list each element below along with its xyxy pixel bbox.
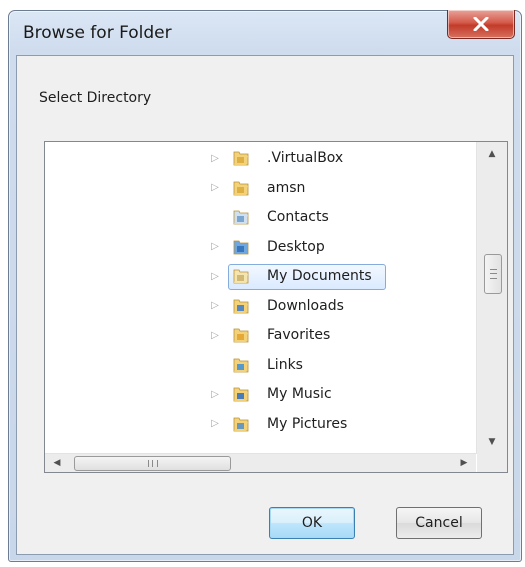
tree-item-label: Contacts xyxy=(267,209,329,225)
dialog-client-area: Select Directory ▷ .VirtualBox ▷ amsn Contac… xyxy=(16,55,514,555)
tree-item-label: Favorites xyxy=(267,327,331,343)
tree-item-label: amsn xyxy=(267,179,306,196)
select-directory-label: Select Directory xyxy=(39,90,152,106)
dialog-title: Browse for Folder xyxy=(23,23,172,43)
scroll-right-arrow-icon[interactable]: ▶ xyxy=(452,454,476,472)
tree-item-label: .VirtualBox xyxy=(267,150,344,166)
browse-for-folder-dialog: Browse for Folder Select Directory ▷ .Vir… xyxy=(8,10,522,562)
expand-arrow-icon[interactable]: ▷ xyxy=(209,241,221,253)
scroll-up-arrow-icon[interactable]: ▲ xyxy=(477,142,507,166)
expand-arrow-icon[interactable]: ▷ xyxy=(209,388,221,400)
tree-item-label: My Documents xyxy=(267,268,372,284)
scroll-left-arrow-icon[interactable]: ◀ xyxy=(45,454,69,472)
tree-item[interactable]: ▷ My Music xyxy=(45,381,476,407)
tree-item[interactable]: ▷ .VirtualBox xyxy=(45,145,476,171)
favorites-folder-icon xyxy=(233,328,249,343)
links-folder-icon xyxy=(233,358,249,372)
expand-arrow-icon[interactable]: ▷ xyxy=(209,300,221,312)
pictures-folder-icon xyxy=(233,417,249,431)
tree-item-label: My Music xyxy=(267,386,332,402)
close-icon xyxy=(473,17,489,31)
downloads-folder-icon xyxy=(233,299,249,313)
tree-item[interactable]: ▷ Desktop xyxy=(45,234,476,260)
documents-folder-icon xyxy=(233,269,249,284)
tree-item[interactable]: Contacts xyxy=(45,204,476,230)
close-button[interactable] xyxy=(447,10,515,39)
tree-item-label: Links xyxy=(267,356,303,373)
vertical-scroll-thumb[interactable] xyxy=(484,254,502,294)
folder-tree-items: ▷ .VirtualBox ▷ amsn Contacts ▷ Desktop ▷ My Doc… xyxy=(45,142,476,454)
tree-item[interactable]: Links xyxy=(45,352,476,378)
tree-item[interactable]: ▷ amsn xyxy=(45,175,476,201)
tree-item[interactable]: ▷ My Documents xyxy=(45,263,476,290)
desktop-folder-icon xyxy=(233,240,249,254)
folder-icon xyxy=(233,181,249,195)
tree-item[interactable]: ▷ Favorites xyxy=(45,322,476,348)
music-folder-icon xyxy=(233,387,249,402)
folder-icon xyxy=(233,151,249,166)
cancel-button[interactable]: Cancel xyxy=(396,507,482,539)
horizontal-scrollbar[interactable]: ◀ ▶ xyxy=(45,453,476,472)
contacts-folder-icon xyxy=(233,210,249,225)
expand-arrow-icon[interactable]: ▷ xyxy=(209,329,221,341)
expand-arrow-icon[interactable]: ▷ xyxy=(209,182,221,194)
tree-item-label: Desktop xyxy=(267,238,325,255)
scrollbar-corner xyxy=(477,454,507,472)
scroll-down-arrow-icon[interactable]: ▼ xyxy=(477,430,507,454)
vertical-scrollbar[interactable]: ▲ ▼ xyxy=(476,142,507,454)
ok-button[interactable]: OK xyxy=(269,507,355,539)
horizontal-scroll-thumb[interactable] xyxy=(74,456,231,471)
tree-item[interactable]: ▷ My Pictures xyxy=(45,411,476,437)
expand-arrow-icon[interactable]: ▷ xyxy=(209,152,221,164)
tree-item-label: My Pictures xyxy=(267,415,348,432)
expand-arrow-icon[interactable]: ▷ xyxy=(209,270,221,282)
folder-tree-view[interactable]: ▷ .VirtualBox ▷ amsn Contacts ▷ Desktop ▷ My Doc… xyxy=(44,141,508,473)
expand-arrow-icon[interactable]: ▷ xyxy=(209,418,221,430)
tree-item[interactable]: ▷ Downloads xyxy=(45,293,476,319)
tree-item-label: Downloads xyxy=(267,297,344,314)
